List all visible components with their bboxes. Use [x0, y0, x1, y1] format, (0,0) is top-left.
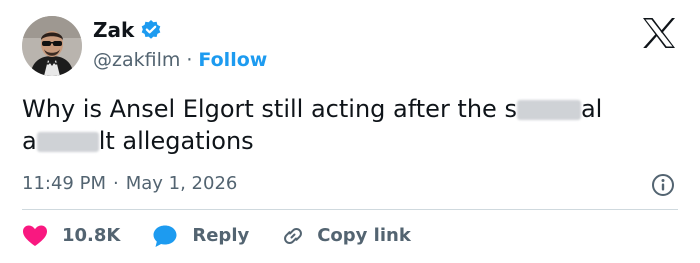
tweet-text-part-3: a	[22, 127, 37, 155]
handle-separator: ·	[186, 49, 193, 71]
avatar[interactable]	[22, 16, 82, 76]
verified-badge-icon	[140, 19, 162, 41]
link-icon	[284, 227, 303, 245]
tweet-actions: 10.8K Reply Copy link	[22, 222, 411, 250]
profile-photo	[22, 16, 82, 76]
author-name-row: Zak	[93, 18, 162, 42]
follow-button[interactable]: Follow	[198, 48, 267, 72]
tweet-card: Zak @zakfilm · Follow Why is Ansel Elgor…	[0, 0, 700, 263]
like-count: 10.8K	[62, 225, 121, 246]
tweet-text-part-4: lt allegations	[98, 127, 254, 155]
author-display-name[interactable]: Zak	[93, 18, 134, 42]
author-handle-row: @zakfilm · Follow	[93, 48, 267, 72]
tweet-date[interactable]: May 1, 2026	[126, 172, 238, 196]
divider	[22, 209, 678, 210]
tweet-text-part-2: al	[580, 95, 603, 123]
reply-bubble-icon	[153, 225, 177, 247]
like-button[interactable]: 10.8K	[22, 224, 120, 248]
author-handle[interactable]: @zakfilm	[93, 48, 180, 72]
timestamp-separator: ·	[112, 173, 119, 194]
tweet-text-part-1: Why is Ansel Elgort still acting after t…	[22, 95, 517, 123]
copy-link-label: Copy link	[317, 225, 411, 246]
heart-icon	[23, 225, 47, 246]
info-icon[interactable]	[651, 173, 675, 197]
x-logo-icon[interactable]	[641, 17, 677, 49]
reply-button[interactable]: Reply	[152, 224, 249, 248]
reply-label: Reply	[192, 225, 250, 246]
redacted-word-blur	[36, 132, 99, 152]
copy-link-button[interactable]: Copy link	[281, 224, 411, 248]
tweet-time[interactable]: 11:49 PM	[22, 172, 106, 196]
redacted-word-blur	[516, 100, 581, 120]
timestamp: 11:49 PM · May 1, 2026	[22, 172, 237, 196]
tweet-text: Why is Ansel Elgort still acting after t…	[22, 93, 662, 157]
